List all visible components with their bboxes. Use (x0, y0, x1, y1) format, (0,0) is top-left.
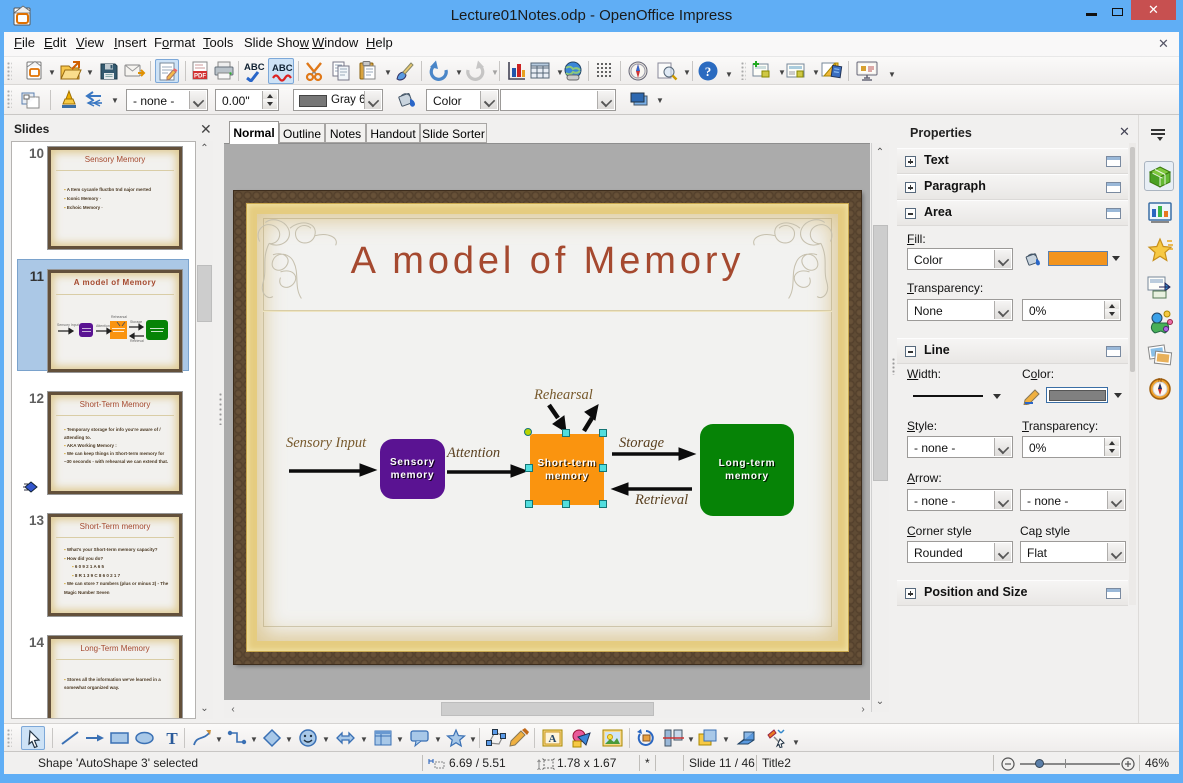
svg-text:PDF: PDF (194, 74, 206, 80)
svg-text:Retrieval: Retrieval (130, 339, 144, 343)
svg-text:ABC: ABC (272, 63, 293, 74)
svg-text:Storage: Storage (130, 320, 142, 324)
svg-text:ABC: ABC (244, 62, 265, 73)
svg-text:N: N (1158, 378, 1162, 384)
svg-text:Attention: Attention (96, 324, 110, 328)
svg-text:Rehearsal: Rehearsal (111, 315, 127, 319)
svg-text:?: ? (705, 64, 712, 79)
svg-text:Sensory Input: Sensory Input (57, 323, 79, 327)
svg-text:T: T (166, 729, 178, 748)
svg-text:A: A (549, 733, 557, 745)
